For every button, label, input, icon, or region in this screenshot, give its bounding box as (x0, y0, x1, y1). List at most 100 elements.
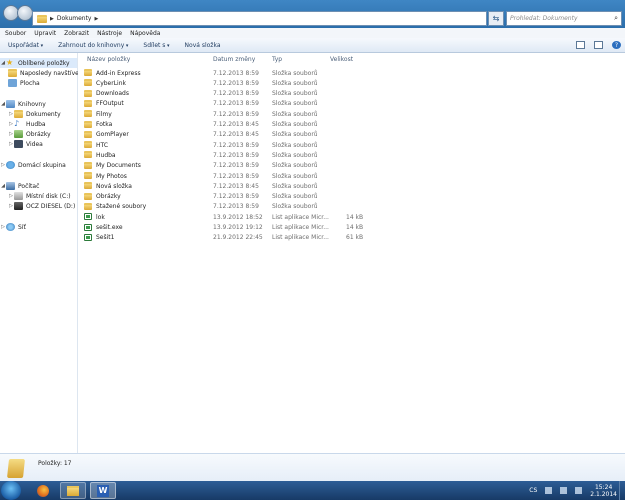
file-type: Složka souborů (272, 69, 318, 77)
taskbar-firefox[interactable] (30, 482, 56, 499)
file-type: Složka souborů (272, 100, 318, 108)
sidebar-item-label: Knihovny (18, 100, 46, 108)
taskbar-word[interactable]: W (90, 482, 116, 499)
file-row[interactable]: Sešit1 21.9.2012 22:45 List aplikace Micr.… (78, 233, 378, 243)
sidebar-item-label: Místní disk (C:) (26, 192, 71, 200)
file-type: Složka souborů (272, 121, 318, 128)
sidebar-item-libraries[interactable]: ◢ Knihovny (0, 99, 46, 109)
file-row[interactable]: sešit.exe 13.9.2012 19:12 List aplikace Mi… (78, 223, 378, 233)
file-row[interactable]: lok 13.9.2012 18:52 List aplikace Micr... 1… (78, 212, 378, 222)
file-row[interactable]: Add-in Express 7.12.2013 8:59 Složka soubo… (78, 68, 378, 78)
videos-icon (14, 140, 23, 148)
file-row[interactable]: Hudba 7.12.2013 8:59 Složka souborů (78, 150, 378, 160)
sidebar-item-recent[interactable]: Naposledy navštíver (0, 68, 81, 78)
folder-icon (84, 161, 92, 169)
spreadsheet-icon (84, 233, 92, 241)
command-bar: Uspořádat Zahrnout do knihovny Sdílet s … (0, 38, 625, 53)
documents-icon (14, 110, 23, 118)
file-name: Stažené soubory (96, 203, 147, 211)
file-row[interactable]: Stažené soubory 7.12.2013 8:59 Složka soub… (78, 202, 378, 212)
volume-icon[interactable] (575, 487, 583, 494)
address-bar[interactable]: ▶ Dokumenty ▶ (32, 11, 487, 26)
recent-places-icon (8, 69, 17, 77)
sidebar-item-network[interactable]: ▷ Síť (0, 222, 26, 232)
sidebar-item-videos[interactable]: ▷ Videa (0, 139, 43, 149)
hard-disk-icon (14, 202, 23, 210)
column-name[interactable]: Název položky (87, 56, 130, 63)
clock-time: 15:24 (594, 483, 613, 491)
sidebar-item-label: Videa (26, 140, 43, 148)
sidebar-item-homegroup[interactable]: ▷ Domácí skupina (0, 160, 66, 170)
file-name: Nová složka (96, 182, 132, 190)
file-size: 14 kB (346, 224, 364, 231)
view-controls: ? (576, 41, 621, 49)
file-date: 7.12.2013 8:45 (213, 131, 259, 139)
file-row[interactable]: My Documents 7.12.2013 8:59 Složka souborů (78, 161, 378, 171)
forward-button[interactable] (17, 5, 33, 21)
include-library-button[interactable]: Zahrnout do knihovny (58, 42, 128, 49)
breadcrumb-dokumenty[interactable]: Dokumenty (57, 15, 92, 22)
folder-icon (84, 79, 92, 87)
organize-button[interactable]: Uspořádat (8, 42, 43, 49)
file-date: 21.9.2012 22:45 (213, 234, 263, 242)
view-mode-icon[interactable] (576, 41, 585, 49)
folder-icon (37, 14, 47, 23)
preview-pane-icon[interactable] (594, 41, 603, 49)
file-date: 7.12.2013 8:59 (213, 162, 259, 170)
menu-view[interactable]: Zobrazit (64, 30, 89, 37)
file-row[interactable]: Fotka 7.12.2013 8:45 Složka souborů (78, 120, 378, 130)
file-row[interactable]: FFOutput 7.12.2013 8:59 Složka souborů (78, 99, 378, 109)
flag-icon[interactable] (545, 487, 553, 494)
chevron-right-icon[interactable]: ▶ (95, 16, 99, 22)
network-tray-icon[interactable] (560, 487, 568, 494)
sidebar-item-label: Plocha (20, 79, 40, 87)
sidebar-item-ocz-disk[interactable]: ▷ OCZ DIESEL (D:) (0, 201, 75, 211)
menu-file[interactable]: Soubor (5, 30, 26, 37)
sidebar-item-desktop[interactable]: Plocha (0, 78, 40, 88)
file-name: Fotka (96, 121, 113, 128)
menu-edit[interactable]: Upravit (34, 30, 56, 37)
file-row[interactable]: Nová složka 7.12.2013 8:45 Složka souborů (78, 181, 378, 191)
file-date: 7.12.2013 8:59 (213, 69, 259, 77)
start-button[interactable] (1, 481, 21, 500)
share-button[interactable]: Sdílet s (143, 42, 169, 49)
taskbar-explorer[interactable] (60, 482, 86, 499)
language-indicator[interactable]: CS (529, 487, 537, 494)
sidebar-item-favorites[interactable]: ◢ ★ Oblíbené položky (0, 58, 77, 68)
sidebar-item-local-disk[interactable]: ▷ Místní disk (C:) (0, 191, 71, 201)
clock-date: 2.1.2014 (590, 490, 617, 498)
sidebar-item-music[interactable]: ▷ ♪ Hudba (0, 119, 46, 129)
menu-help[interactable]: Nápověda (130, 30, 160, 37)
column-size[interactable]: Velikost (330, 56, 353, 63)
file-name: FFOutput (96, 100, 124, 108)
folder-icon (84, 202, 92, 210)
file-row[interactable]: Downloads 7.12.2013 8:59 Složka souborů (78, 89, 378, 99)
sidebar-item-documents[interactable]: ▷ Dokumenty (0, 109, 61, 119)
help-icon[interactable]: ? (612, 41, 621, 49)
file-row[interactable]: My Photos 7.12.2013 8:59 Složka souborů (78, 171, 378, 181)
file-row[interactable]: Filmy 7.12.2013 8:59 Složka souborů (78, 109, 378, 119)
sidebar-item-label: Hudba (26, 120, 46, 128)
folder-icon (84, 172, 92, 179)
column-date[interactable]: Datum změny (213, 56, 255, 63)
sidebar-item-pictures[interactable]: ▷ Obrázky (0, 129, 51, 139)
sidebar-item-label: Naposledy navštíver (20, 69, 82, 77)
file-row[interactable]: CyberLink 7.12.2013 8:59 Složka souborů (78, 78, 378, 88)
file-row[interactable]: Obrázky 7.12.2013 8:59 Složka souborů (78, 192, 378, 202)
file-date: 7.12.2013 8:59 (213, 79, 259, 87)
menu-tools[interactable]: Nástroje (97, 30, 122, 37)
folder-icon (84, 151, 92, 159)
new-folder-button[interactable]: Nová složka (185, 42, 221, 49)
file-name: Sešit1 (96, 234, 115, 242)
folder-icon (84, 120, 92, 128)
refresh-button[interactable]: ⇆ (488, 11, 504, 26)
clock[interactable]: 15:24 2.1.2014 (590, 484, 617, 498)
column-type[interactable]: Typ (272, 56, 282, 63)
file-date: 7.12.2013 8:59 (213, 151, 259, 159)
file-row[interactable]: GomPlayer 7.12.2013 8:45 Složka souborů (78, 130, 378, 140)
search-input[interactable]: Prohledat: Dokumenty ⌕ (506, 11, 622, 26)
file-type: List aplikace Micr... (272, 213, 329, 221)
sidebar-item-computer[interactable]: ◢ Počítač (0, 181, 39, 191)
show-desktop-button[interactable] (619, 481, 625, 500)
file-row[interactable]: HTC 7.12.2013 8:59 Složka souborů (78, 140, 378, 150)
